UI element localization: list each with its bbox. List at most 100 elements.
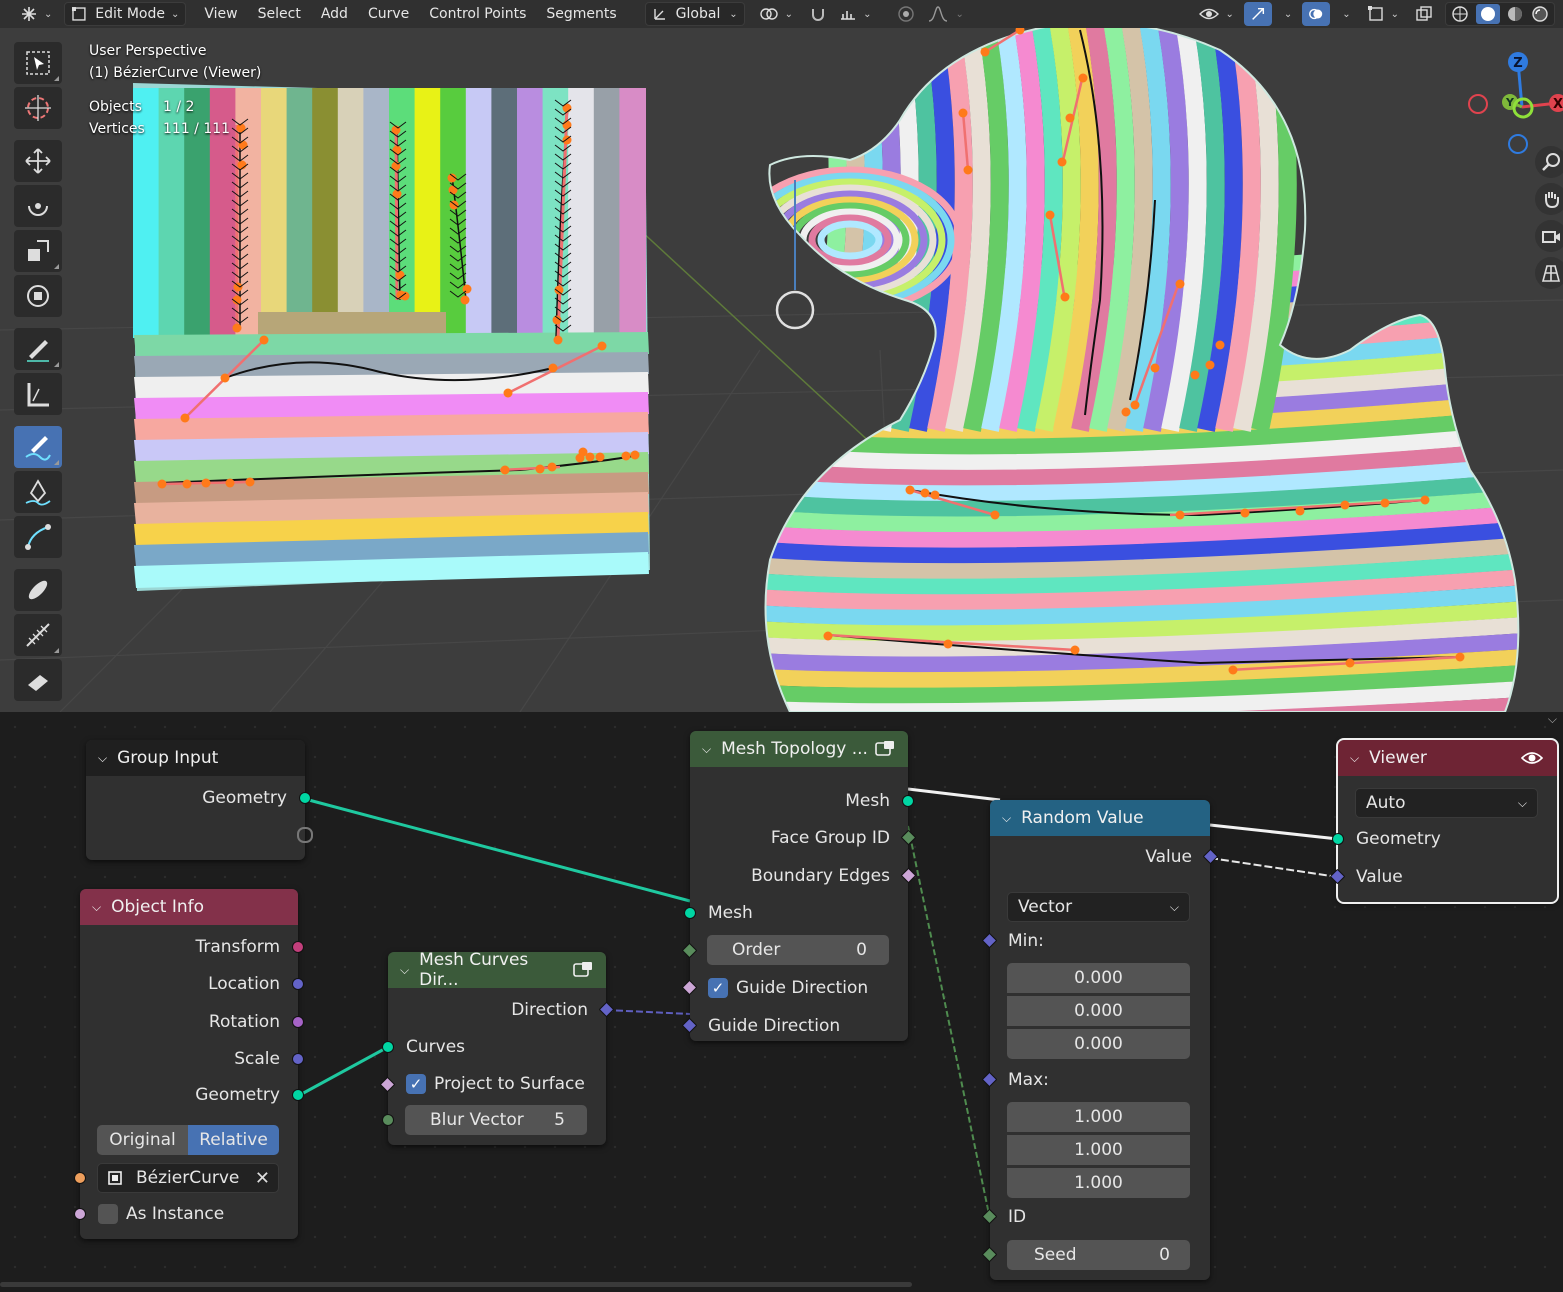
collapse-chevron-icon[interactable]: ⌵ — [1002, 811, 1011, 826]
as-instance-row[interactable]: As Instance — [98, 1199, 224, 1229]
solid-shading-button[interactable] — [1475, 4, 1500, 24]
menu-control-points[interactable]: Control Points — [423, 2, 532, 26]
min-x-field[interactable]: 0.000 — [1007, 963, 1190, 993]
as-instance-input-socket[interactable] — [74, 1208, 86, 1220]
node-viewer[interactable]: ⌵ Viewer Auto ⌵ Geometry Value — [1329, 738, 1559, 904]
navigation-gizmo[interactable]: Z X Y — [1460, 40, 1563, 160]
mesh-output-socket[interactable] — [902, 795, 914, 807]
max-x-field[interactable]: 1.000 — [1007, 1102, 1190, 1132]
snap-target-button[interactable]: ⌄ — [833, 2, 877, 26]
geometry-output-socket[interactable] — [292, 1089, 304, 1101]
falloff-button[interactable]: ⌄ — [921, 2, 969, 26]
min-z-field[interactable]: 0.000 — [1007, 1029, 1190, 1059]
data-type-dropdown[interactable]: Vector ⌵ — [1007, 892, 1190, 922]
project-to-surface-row[interactable]: ✓ Project to Surface — [406, 1069, 585, 1099]
node-mesh-curves-direction[interactable]: ⌵ Mesh Curves Dir... Direction Curves ✓ Pr… — [379, 950, 615, 1145]
tool-curve-extrude[interactable] — [14, 516, 62, 558]
as-instance-checkbox[interactable] — [98, 1204, 118, 1224]
menu-view[interactable]: View — [198, 2, 243, 26]
clear-object-icon[interactable]: ✕ — [255, 1168, 270, 1189]
relative-option[interactable]: Relative — [188, 1125, 279, 1155]
collapse-chevron-icon[interactable]: ⌵ — [98, 751, 107, 766]
3d-cursor[interactable] — [775, 290, 815, 330]
pan-button[interactable] — [1535, 183, 1563, 215]
tool-select-box[interactable] — [14, 42, 62, 84]
tool-tilt[interactable] — [14, 614, 62, 656]
node-header[interactable]: ⌵ Random Value — [990, 800, 1210, 836]
menu-segments[interactable]: Segments — [540, 2, 622, 26]
guide-direction-check-row[interactable]: ✓ Guide Direction — [708, 973, 868, 1003]
domain-dropdown[interactable]: Auto ⌵ — [1355, 788, 1538, 818]
order-field[interactable]: Order 0 — [707, 935, 889, 965]
collapse-chevron-icon[interactable]: ⌵ — [1350, 751, 1359, 766]
blur-vector-input-socket[interactable] — [382, 1114, 394, 1126]
wireframe-shading-icon[interactable] — [1451, 5, 1469, 23]
xray-toggle-button[interactable] — [1409, 2, 1439, 26]
gizmo-neg-z-axis[interactable] — [1508, 134, 1528, 154]
tool-measure[interactable] — [14, 373, 62, 415]
curves-input-socket[interactable] — [382, 1041, 394, 1053]
geometry-input-socket[interactable] — [1332, 833, 1344, 845]
seed-field[interactable]: Seed 0 — [1007, 1240, 1190, 1270]
location-output-socket[interactable] — [292, 978, 304, 990]
max-y-field[interactable]: 1.000 — [1007, 1135, 1190, 1165]
overlays-toggle-button[interactable] — [1302, 2, 1331, 26]
tool-transform[interactable] — [14, 275, 62, 317]
node-random-value[interactable]: ⌵ Random Value Value Vector ⌵ Min: 0.000 0… — [981, 800, 1219, 1280]
geometry-output-socket[interactable] — [299, 792, 311, 804]
tool-radius[interactable] — [14, 569, 62, 611]
guide-direction-checkbox[interactable]: ✓ — [708, 978, 728, 998]
node-mesh-topology[interactable]: ⌵ Mesh Topology ... Mesh Face Group ID Bo… — [681, 731, 917, 1041]
node-object-info[interactable]: ⌵ Object Info Transform Location Rotation… — [74, 889, 304, 1239]
tool-draw-curve[interactable] — [14, 426, 62, 468]
zoom-button[interactable] — [1535, 146, 1563, 178]
node-group-input[interactable]: ⌵ Group Input Geometry — [86, 740, 313, 860]
rotation-output-socket[interactable] — [292, 1016, 304, 1028]
project-to-surface-checkbox[interactable]: ✓ — [406, 1074, 426, 1094]
collapse-chevron-icon[interactable]: ⌵ — [702, 742, 711, 757]
overlays-dropdown[interactable]: ⌄ — [1330, 2, 1356, 26]
eye-icon[interactable] — [1521, 750, 1543, 766]
ortho-toggle-button[interactable] — [1535, 257, 1563, 289]
snap-toggle-button[interactable] — [803, 2, 833, 26]
node-group-icon[interactable] — [874, 740, 896, 758]
min-y-field[interactable]: 0.000 — [1007, 996, 1190, 1026]
gizmo-toggle-button[interactable] — [1243, 2, 1272, 26]
menu-curve[interactable]: Curve — [362, 2, 415, 26]
region-toggle-icon[interactable]: ⌵ — [1548, 712, 1557, 727]
original-option[interactable]: Original — [97, 1125, 188, 1155]
tool-cursor[interactable] — [14, 87, 62, 129]
transform-orientation-dropdown[interactable]: Global ⌄ — [644, 2, 745, 26]
visibility-button[interactable]: ⌄ — [1193, 2, 1239, 26]
editor-type-button[interactable]: ⌄ — [14, 2, 58, 26]
tool-randomize[interactable] — [14, 659, 62, 701]
menu-add[interactable]: Add — [315, 2, 354, 26]
node-header[interactable]: ⌵ Group Input — [86, 740, 305, 776]
menu-select[interactable]: Select — [252, 2, 307, 26]
node-header[interactable]: ⌵ Mesh Topology ... — [690, 731, 908, 767]
rendered-shading-icon[interactable] — [1531, 5, 1549, 23]
empty-output-socket[interactable] — [297, 827, 313, 843]
tool-annotate[interactable] — [14, 328, 62, 370]
material-shading-icon[interactable] — [1506, 5, 1524, 23]
tool-rotate[interactable] — [14, 185, 62, 227]
scale-output-socket[interactable] — [292, 1053, 304, 1065]
collapse-chevron-icon[interactable]: ⌵ — [400, 963, 409, 978]
transform-output-socket[interactable] — [292, 941, 304, 953]
geometry-node-editor[interactable]: ⌵ Group Input Geometry ⌵ Object Info Trans… — [0, 712, 1563, 1292]
object-input-socket[interactable] — [74, 1172, 86, 1184]
tool-scale[interactable] — [14, 230, 62, 272]
camera-view-button[interactable] — [1535, 220, 1563, 252]
node-header[interactable]: ⌵ Object Info — [80, 889, 298, 925]
node-header[interactable]: ⌵ Mesh Curves Dir... — [388, 950, 606, 990]
3d-viewport[interactable]: User Perspective (1) BézierCurve (Viewer… — [0, 28, 1563, 712]
tool-pen[interactable] — [14, 471, 62, 513]
mesh-input-socket[interactable] — [684, 907, 696, 919]
node-header[interactable]: ⌵ Viewer — [1338, 740, 1557, 776]
gizmo-dropdown[interactable]: ⌄ — [1272, 2, 1298, 26]
tool-move[interactable] — [14, 140, 62, 182]
pivot-point-button[interactable]: ⌄ — [753, 2, 799, 26]
max-z-field[interactable]: 1.000 — [1007, 1168, 1190, 1198]
gizmo-neg-x-axis[interactable] — [1468, 94, 1488, 114]
object-picker[interactable]: BézierCurve ✕ — [97, 1163, 279, 1193]
